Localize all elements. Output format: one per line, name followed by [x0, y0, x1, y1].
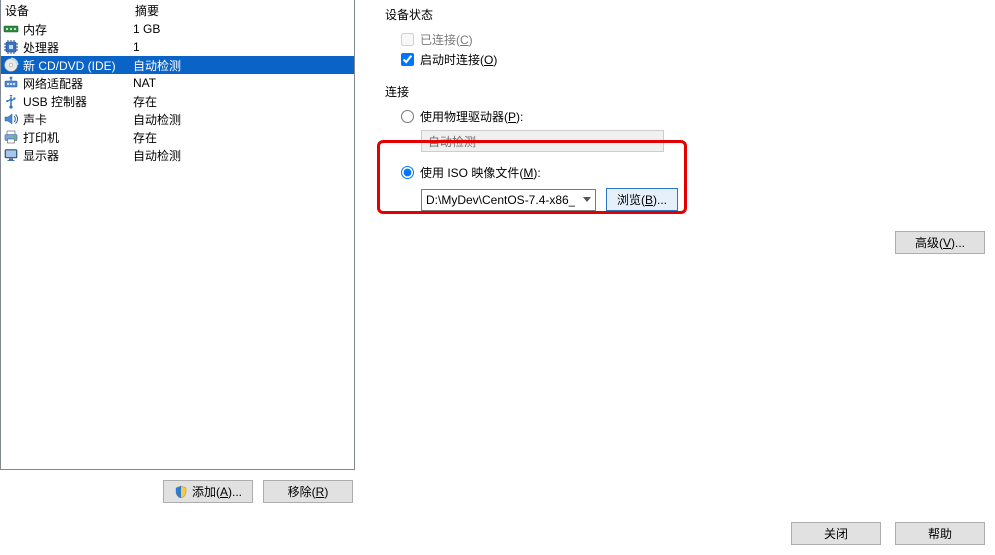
chevron-down-icon — [583, 197, 591, 203]
connected-checkbox-input — [401, 33, 414, 46]
use-iso-radio-input[interactable] — [401, 166, 414, 179]
sound-icon — [3, 111, 19, 127]
table-row[interactable]: USB 控制器 存在 — [1, 92, 354, 110]
connect-on-start-checkbox[interactable]: 启动时连接(O) — [401, 49, 985, 69]
device-table: 设备 摘要 内存1 GB处理器1新 CD/DVD (IDE)自动检测网络适配器N… — [0, 0, 355, 470]
connected-checkbox[interactable]: 已连接(C) — [401, 29, 985, 49]
use-physical-radio[interactable]: 使用物理驱动器(P): — [401, 106, 985, 126]
use-iso-radio[interactable]: 使用 ISO 映像文件(M): — [401, 162, 985, 182]
col-device-header: 设备 — [1, 0, 131, 21]
cpu-icon — [3, 39, 19, 55]
table-header: 设备 摘要 — [1, 0, 354, 20]
physical-drive-dropdown: 自动检测 — [421, 130, 664, 152]
device-name: 声卡 — [23, 111, 47, 128]
add-button[interactable]: 添加(A)... — [163, 480, 253, 503]
device-summary: 自动检测 — [131, 57, 354, 74]
device-summary: 存在 — [131, 129, 354, 146]
device-summary: 存在 — [131, 93, 354, 110]
iso-path-combo[interactable]: D:\MyDev\CentOS-7.4-x86_ — [421, 189, 596, 211]
display-icon — [3, 147, 19, 163]
device-summary: 自动检测 — [131, 147, 354, 164]
usb-icon — [3, 93, 19, 109]
advanced-button[interactable]: 高级(V)... — [895, 231, 985, 254]
table-row[interactable]: 声卡 自动检测 — [1, 110, 354, 128]
device-name: USB 控制器 — [23, 93, 87, 110]
connect-group-title: 连接 — [385, 83, 985, 100]
table-row[interactable]: 显示器 自动检测 — [1, 146, 354, 164]
table-row[interactable]: 网络适配器 NAT — [1, 74, 354, 92]
remove-button[interactable]: 移除(R) — [263, 480, 353, 503]
shield-icon — [174, 485, 188, 499]
device-summary: 1 — [131, 40, 354, 54]
device-name: 打印机 — [23, 129, 59, 146]
status-group-title: 设备状态 — [385, 6, 985, 23]
device-name: 处理器 — [23, 39, 59, 56]
table-row[interactable]: 处理器 1 — [1, 38, 354, 56]
use-physical-radio-input[interactable] — [401, 110, 414, 123]
network-icon — [3, 75, 19, 91]
help-button[interactable]: 帮助 — [895, 522, 985, 545]
device-name: 显示器 — [23, 147, 59, 164]
printer-icon — [3, 129, 19, 145]
device-name: 新 CD/DVD (IDE) — [23, 57, 116, 74]
browse-button[interactable]: 浏览(B)... — [606, 188, 678, 211]
disc-icon — [3, 57, 19, 73]
device-summary: 1 GB — [131, 22, 354, 36]
col-summary-header: 摘要 — [131, 0, 354, 21]
device-summary: NAT — [131, 76, 354, 90]
device-name: 网络适配器 — [23, 75, 83, 92]
table-row[interactable]: 新 CD/DVD (IDE) 自动检测 — [1, 56, 354, 74]
connect-on-start-checkbox-input[interactable] — [401, 53, 414, 66]
table-row[interactable]: 打印机 存在 — [1, 128, 354, 146]
table-row[interactable]: 内存 1 GB — [1, 20, 354, 38]
device-summary: 自动检测 — [131, 111, 354, 128]
close-button[interactable]: 关闭 — [791, 522, 881, 545]
memory-icon — [3, 21, 19, 37]
device-name: 内存 — [23, 21, 47, 38]
